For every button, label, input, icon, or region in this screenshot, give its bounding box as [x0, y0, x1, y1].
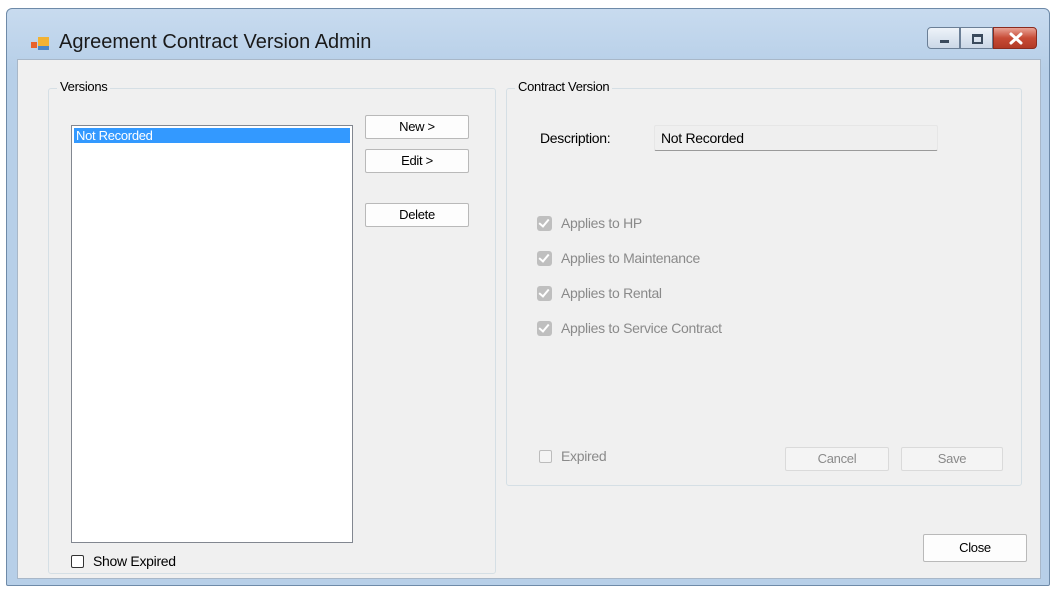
- versions-listbox[interactable]: Not Recorded: [71, 125, 353, 543]
- description-field[interactable]: Not Recorded: [654, 125, 938, 151]
- applies-hp-label: Applies to HP: [561, 215, 642, 231]
- applies-hp-checkbox: Applies to HP: [537, 215, 642, 231]
- applies-service-contract-checkbox: Applies to Service Contract: [537, 320, 722, 336]
- checkbox-checked-icon: [537, 250, 552, 266]
- contract-version-group-title: Contract Version: [515, 79, 613, 94]
- delete-button[interactable]: Delete: [365, 203, 469, 227]
- maximize-icon[interactable]: [960, 27, 993, 49]
- applies-rental-label: Applies to Rental: [561, 285, 662, 301]
- checkbox-checked-icon: [537, 215, 552, 231]
- cancel-button: Cancel: [785, 447, 889, 471]
- application-icon: [31, 37, 49, 50]
- caption-buttons: [927, 27, 1037, 49]
- app-window: Agreement Contract Version Admin Version…: [6, 8, 1050, 586]
- checkbox-checked-icon: [537, 285, 552, 301]
- client-area: Versions Not Recorded New > Edit > Delet…: [17, 59, 1041, 579]
- title-bar[interactable]: Agreement Contract Version Admin: [7, 9, 1049, 59]
- applies-maintenance-label: Applies to Maintenance: [561, 250, 700, 266]
- versions-group-title: Versions: [57, 79, 111, 94]
- save-button: Save: [901, 447, 1003, 471]
- applies-service-contract-label: Applies to Service Contract: [561, 320, 722, 336]
- checkbox-checked-icon: [537, 320, 552, 336]
- description-label: Description:: [540, 130, 611, 146]
- versions-group: Versions Not Recorded New > Edit > Delet…: [48, 79, 496, 574]
- close-button[interactable]: Close: [923, 534, 1027, 562]
- new-button[interactable]: New >: [365, 115, 469, 139]
- checkbox-icon: [539, 449, 552, 463]
- expired-checkbox: Expired: [539, 448, 607, 464]
- applies-rental-checkbox: Applies to Rental: [537, 285, 662, 301]
- expired-label: Expired: [561, 448, 607, 464]
- minimize-icon[interactable]: [927, 27, 960, 49]
- contract-version-group: Contract Version Description: Not Record…: [506, 79, 1022, 486]
- list-item[interactable]: Not Recorded: [74, 128, 350, 143]
- show-expired-label: Show Expired: [93, 553, 176, 569]
- checkbox-icon: [71, 554, 84, 568]
- edit-button[interactable]: Edit >: [365, 149, 469, 173]
- show-expired-checkbox[interactable]: Show Expired: [71, 553, 176, 569]
- applies-maintenance-checkbox: Applies to Maintenance: [537, 250, 700, 266]
- window-title: Agreement Contract Version Admin: [59, 31, 372, 53]
- close-icon[interactable]: [993, 27, 1037, 49]
